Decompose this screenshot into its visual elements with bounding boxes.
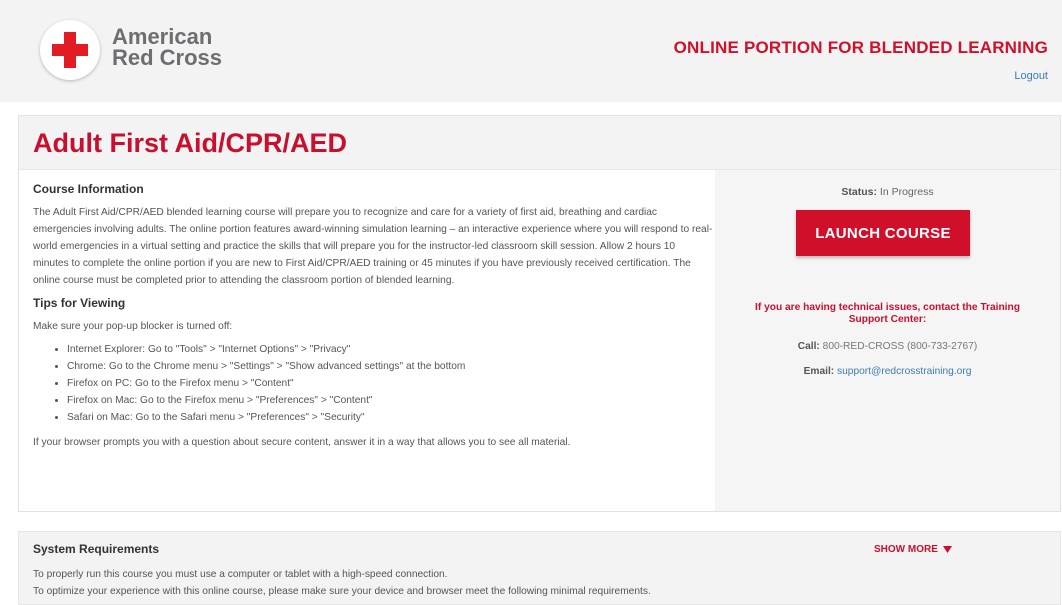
tip-item: Internet Explorer: Go to "Tools" > "Inte… — [67, 341, 713, 358]
brand-line-1: American — [112, 24, 213, 49]
brand-logo-text[interactable]: American Red Cross — [112, 24, 223, 70]
portal-title: ONLINE PORTION FOR BLENDED LEARNING — [673, 38, 1048, 57]
secure-content-note: If your browser prompts you with a quest… — [33, 437, 571, 448]
show-more-toggle[interactable]: SHOW MORE — [874, 544, 952, 555]
tips-list: Internet Explorer: Go to "Tools" > "Inte… — [33, 341, 713, 426]
course-info-section: Course Information The Adult First Aid/C… — [33, 181, 713, 451]
course-description: The Adult First Aid/CPR/AED blended lear… — [33, 207, 713, 286]
tip-item: Firefox on PC: Go to the Firefox menu > … — [67, 375, 713, 392]
status-value: In Progress — [879, 186, 934, 198]
status-label: Status: — [841, 186, 877, 198]
course-card: Adult First Aid/CPR/AED Course Informati… — [18, 115, 1061, 512]
status-line: Status: In Progress — [715, 186, 1060, 198]
course-title: Adult First Aid/CPR/AED — [33, 128, 347, 158]
tech-issues-notice: If you are having technical issues, cont… — [755, 302, 1020, 325]
support-email: Email: support@redcrosstraining.org — [715, 366, 1060, 377]
call-value: 800-RED-CROSS (800-733-2767) — [822, 341, 978, 352]
course-status-panel: Status: In Progress LAUNCH COURSE If you… — [715, 170, 1060, 511]
support-email-link[interactable]: support@redcrosstraining.org — [837, 366, 971, 377]
tips-intro: Make sure your pop-up blocker is turned … — [33, 321, 233, 332]
email-label: Email: — [803, 366, 835, 377]
system-requirements-line-2: To optimize your experience with this on… — [33, 586, 651, 597]
triangle-down-icon — [942, 545, 952, 553]
launch-course-button[interactable]: LAUNCH COURSE — [796, 210, 970, 256]
tip-item: Chrome: Go to the Chrome menu > "Setting… — [67, 358, 713, 375]
system-requirements-section: System Requirements SHOW MORE To properl… — [18, 531, 1061, 605]
system-requirements-text: To properly run this course you must use… — [33, 566, 1033, 600]
brand-line-2: Red Cross — [112, 45, 223, 70]
tips-heading: Tips for Viewing — [33, 296, 126, 310]
site-header: American Red Cross ONLINE PORTION FOR BL… — [0, 0, 1062, 102]
tip-item: Firefox on Mac: Go to the Firefox menu >… — [67, 392, 713, 409]
show-more-label: SHOW MORE — [874, 544, 938, 555]
logout-link[interactable]: Logout — [1014, 70, 1048, 82]
red-cross-icon[interactable] — [40, 20, 100, 80]
course-info-heading: Course Information — [33, 182, 144, 196]
course-title-bar: Adult First Aid/CPR/AED — [19, 116, 1060, 170]
tip-item: Safari on Mac: Go to the Safari menu > "… — [67, 409, 713, 426]
system-requirements-heading: System Requirements — [33, 542, 160, 556]
system-requirements-line-1: To properly run this course you must use… — [33, 569, 448, 580]
support-phone: Call: 800-RED-CROSS (800-733-2767) — [715, 341, 1060, 352]
call-label: Call: — [797, 341, 820, 352]
